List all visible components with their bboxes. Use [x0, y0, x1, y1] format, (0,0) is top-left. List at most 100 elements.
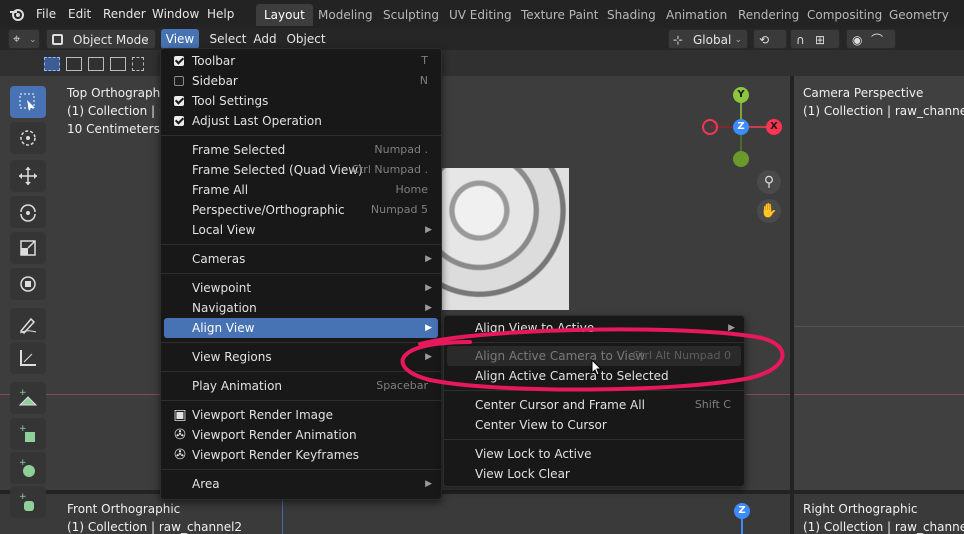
menu-file[interactable]: File — [36, 5, 56, 23]
menu-item-tool-settings[interactable]: Tool Settings — [164, 91, 438, 111]
checkbox-checked[interactable] — [174, 116, 184, 126]
viewport-scale: 10 Centimeters — [67, 122, 160, 136]
submenu-arrow-icon: ▶ — [425, 479, 432, 489]
menu-object[interactable]: Object — [286, 29, 326, 49]
render-image-icon: ▣ — [173, 407, 187, 423]
menu-add[interactable]: Add — [252, 29, 278, 49]
select-subtract-icon[interactable] — [88, 57, 104, 71]
menu-separator — [161, 273, 441, 274]
viewport-collection: (1) Collection | raw_channel2 — [803, 104, 964, 118]
tool-add-sphere[interactable]: + — [10, 452, 46, 484]
viewport-title: Top Orthographic — [67, 86, 171, 100]
annotation-ellipse — [400, 327, 785, 392]
zoom-button[interactable]: ⚲ — [757, 170, 781, 194]
checkbox-unchecked[interactable] — [174, 76, 184, 86]
menu-item-navigation[interactable]: Navigation ▶ — [164, 298, 438, 318]
menu-help[interactable]: Help — [207, 5, 234, 23]
move-icon — [19, 167, 37, 185]
menu-item-viewport-render-keyframes[interactable]: ✇ Viewport Render Keyframes — [164, 445, 438, 465]
menu-item-local-view[interactable]: Local View ▶ — [164, 220, 438, 240]
gizmo-y-axis[interactable]: Y — [733, 87, 749, 103]
submenu-arrow-icon: ▶ — [425, 303, 432, 313]
viewport-title: Right Orthographic — [803, 502, 918, 516]
menu-render[interactable]: Render — [103, 5, 146, 23]
editor-type-button[interactable]: ⌖ ⌄ — [8, 29, 40, 49]
tool-select-box[interactable] — [10, 86, 46, 118]
tab-texture-paint[interactable]: Texture Paint — [513, 4, 606, 26]
menu-item-viewport-render-animation[interactable]: ✇ Viewport Render Animation — [164, 425, 438, 445]
gizmo-neg-x-axis[interactable] — [702, 119, 718, 135]
viewport-header: ⌖ ⌄ Object Mode ⌄ View Select Add Object… — [0, 28, 964, 50]
snap-magnet-icon: ∩ — [796, 33, 805, 47]
tool-transform[interactable] — [10, 268, 46, 300]
blender-logo-icon[interactable] — [9, 6, 25, 22]
menu-item-perspective-orthographic[interactable]: Perspective/Orthographic Numpad 5 — [164, 200, 438, 220]
gizmo-x-axis[interactable]: X — [766, 119, 782, 135]
menu-item-frame-selected-quad[interactable]: Frame Selected (Quad View) Ctrl Numpad . — [164, 160, 438, 180]
menu-item-viewport-render-image[interactable]: ▣ Viewport Render Image — [164, 405, 438, 425]
orientation-dropdown[interactable]: ⊹ Global ⌄ — [668, 29, 748, 49]
tab-modeling[interactable]: Modeling — [310, 4, 381, 26]
menu-item-center-view-to-cursor[interactable]: Center View to Cursor — [447, 415, 741, 435]
select-invert-icon[interactable] — [110, 57, 126, 71]
tab-shading[interactable]: Shading — [599, 4, 664, 26]
tool-scale[interactable] — [10, 232, 46, 264]
menu-select[interactable]: Select — [207, 29, 249, 49]
select-extend-icon[interactable] — [66, 57, 82, 71]
navigation-gizmo[interactable]: Y Z X — [700, 84, 790, 174]
tab-compositing[interactable]: Compositing — [799, 4, 890, 26]
z-axis-line — [282, 494, 283, 534]
tool-cursor[interactable] — [10, 122, 46, 154]
chevron-down-icon: ⌄ — [734, 35, 742, 45]
menu-item-center-cursor-and-frame-all[interactable]: Center Cursor and Frame All Shift C — [447, 395, 741, 415]
menu-view[interactable]: View — [161, 29, 199, 49]
pivot-dropdown[interactable]: ⟲ — [753, 29, 787, 49]
menu-item-viewpoint[interactable]: Viewpoint ▶ — [164, 278, 438, 298]
tab-uv-editing[interactable]: UV Editing — [441, 4, 520, 26]
menu-item-area[interactable]: Area ▶ — [164, 474, 438, 494]
pivot-icon: ⟲ — [759, 33, 770, 47]
select-new-icon[interactable] — [44, 57, 60, 71]
menu-separator — [161, 469, 441, 470]
proportional-icon: ◉ — [852, 33, 863, 47]
svg-text:+: + — [19, 458, 27, 468]
tab-sculpting[interactable]: Sculpting — [375, 4, 447, 26]
menu-item-view-lock-clear[interactable]: View Lock Clear — [447, 464, 741, 484]
tab-geometry-nodes[interactable]: Geometry Nodes — [881, 4, 964, 44]
select-box-icon — [19, 93, 35, 111]
tool-rotate[interactable] — [10, 196, 46, 228]
gizmo-neg-y-axis[interactable] — [733, 151, 749, 167]
gizmo-z-axis[interactable]: Z — [733, 119, 749, 135]
snap-group[interactable]: ∩ ⊞ — [790, 29, 840, 49]
menu-window[interactable]: Window — [152, 5, 199, 23]
menu-item-view-lock-to-active[interactable]: View Lock to Active — [447, 444, 741, 464]
mode-label: Object Mode — [73, 33, 149, 47]
transform-icon — [20, 276, 36, 292]
z-axis-indicator: Z — [734, 503, 750, 519]
menu-edit[interactable]: Edit — [68, 5, 91, 23]
axes-icon: ⌖ — [13, 32, 21, 47]
tool-measure[interactable] — [10, 342, 46, 374]
pan-button[interactable]: ✋ — [757, 199, 781, 223]
menu-item-sidebar[interactable]: Sidebar N — [164, 71, 438, 91]
tool-move[interactable] — [10, 160, 46, 192]
tab-animation[interactable]: Animation — [658, 4, 735, 26]
mode-dropdown[interactable]: Object Mode ⌄ — [46, 29, 156, 49]
menu-item-cameras[interactable]: Cameras ▶ — [164, 249, 438, 269]
scale-icon — [20, 240, 36, 256]
menu-item-toolbar[interactable]: Toolbar T — [164, 51, 438, 71]
menu-item-frame-all[interactable]: Frame All Home — [164, 180, 438, 200]
tool-add-cube[interactable]: + — [10, 418, 46, 450]
tab-rendering[interactable]: Rendering — [730, 4, 807, 26]
checkbox-checked[interactable] — [174, 96, 184, 106]
checkbox-checked[interactable] — [174, 56, 184, 66]
tab-layout[interactable]: Layout — [256, 4, 313, 26]
tool-add-plane[interactable]: + — [10, 382, 46, 414]
viewport-top-right[interactable] — [794, 76, 964, 490]
menu-item-frame-selected[interactable]: Frame Selected Numpad . — [164, 140, 438, 160]
select-intersect-icon[interactable] — [132, 57, 144, 71]
tool-annotate[interactable] — [10, 308, 46, 340]
proportional-group[interactable]: ◉ ⌒ — [846, 29, 896, 49]
menu-item-adjust-last-operation[interactable]: Adjust Last Operation — [164, 111, 438, 131]
tool-add-cylinder[interactable]: + — [10, 486, 46, 518]
